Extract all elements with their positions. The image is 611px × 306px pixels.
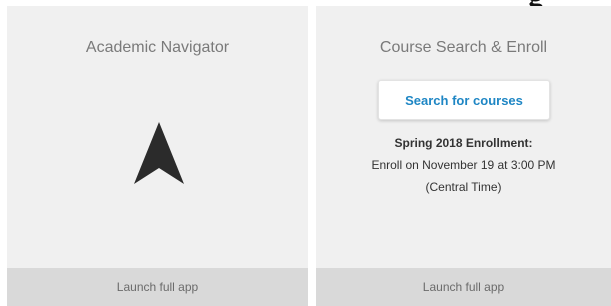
academic-navigator-card: Academic Navigator Launch full app (7, 6, 308, 306)
card-title: Course Search & Enroll (379, 39, 548, 56)
course-search-enroll-card: Course Search & Enroll Search for course… (316, 6, 611, 306)
launch-full-app-button[interactable]: Launch full app (7, 268, 308, 306)
enrollment-heading: Spring 2018 Enrollment: (394, 136, 533, 150)
card-title: Academic Navigator (85, 39, 230, 56)
navigation-arrow-icon (134, 122, 184, 184)
launch-full-app-button[interactable]: Launch full app (316, 268, 611, 306)
enrollment-date: Enroll on November 19 at 3:00 PM (371, 158, 556, 172)
enrollment-timezone: (Central Time) (425, 180, 502, 194)
search-for-courses-button[interactable]: Search for courses (378, 80, 550, 120)
